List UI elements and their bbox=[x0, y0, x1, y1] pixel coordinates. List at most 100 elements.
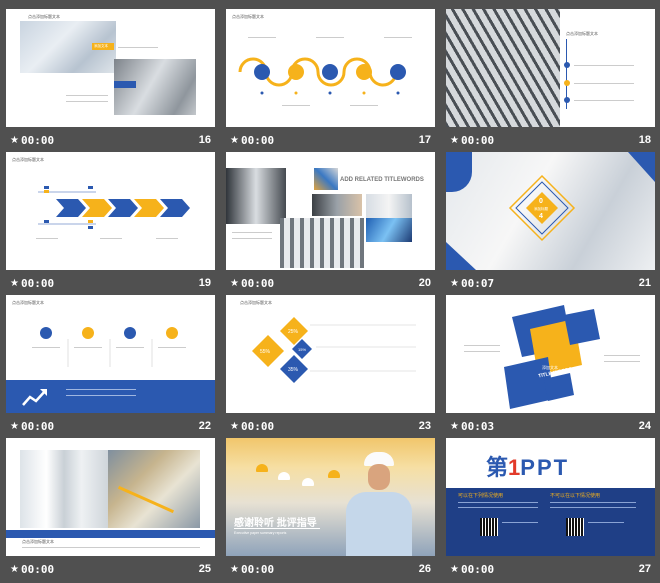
slide-number: 20 bbox=[418, 277, 431, 289]
text-line bbox=[588, 522, 624, 523]
slide-number: 17 bbox=[418, 134, 431, 146]
diamond-number-2: 4 bbox=[539, 213, 543, 220]
text-line bbox=[574, 65, 634, 66]
text-line bbox=[604, 355, 640, 356]
slide-timing: 00:00 bbox=[21, 420, 55, 433]
star-icon[interactable]: ★ bbox=[10, 278, 19, 289]
slide-timing: 00:03 bbox=[461, 420, 495, 433]
slide-timing: 00:00 bbox=[21, 134, 55, 147]
slide-timing: 00:00 bbox=[21, 277, 55, 290]
star-icon[interactable]: ★ bbox=[10, 135, 19, 146]
screen-photo bbox=[366, 218, 412, 242]
text-line bbox=[464, 345, 500, 346]
text-line bbox=[604, 361, 640, 362]
slide-info-bar: ★ 00:00 25 bbox=[6, 556, 215, 583]
slide-title: 点击添加标题文本 bbox=[22, 539, 54, 544]
text-line bbox=[22, 547, 200, 548]
arrow-chevrons bbox=[38, 186, 190, 229]
slide-info-bar: ★ 00:00 23 bbox=[226, 413, 435, 440]
text-line bbox=[350, 105, 378, 106]
slide-thumbnail-23[interactable]: 点击添加标题文本 55% 25% 15% 35% ★ 00:00 23 bbox=[226, 295, 435, 440]
slide-thumbnail-22[interactable]: 点击添加标题文本 ★ 00:00 22 bbox=[6, 295, 215, 440]
label-box-2 bbox=[114, 81, 136, 88]
text-line bbox=[232, 232, 272, 233]
process-circles bbox=[238, 57, 406, 95]
ppt-logo: 第1PPT bbox=[486, 450, 569, 481]
slide-number: 21 bbox=[638, 277, 651, 289]
slide-info-bar: ★ 00:00 16 bbox=[6, 127, 215, 154]
thanks-subtitle: Executive paper summary reports bbox=[234, 531, 287, 535]
percent-label: 35% bbox=[288, 367, 299, 373]
divider bbox=[234, 528, 320, 529]
left-heading: 可以在下列情况使用 bbox=[458, 493, 504, 499]
text-line bbox=[66, 395, 136, 396]
slide-thumbnail-21[interactable]: 0 添加标题 4 ★ 00:07 21 bbox=[446, 152, 655, 297]
hallway-photo bbox=[226, 168, 286, 224]
slide-thumbnail-18[interactable]: 点击添加标题文本 ★ 00:00 18 bbox=[446, 9, 655, 154]
slide-info-bar: ★ 00:00 19 bbox=[6, 270, 215, 297]
slide-thumbnail-24[interactable]: 添加文本 TITLE WORDS ★ 00:03 24 bbox=[446, 295, 655, 440]
text-line bbox=[384, 37, 412, 38]
slide-number: 18 bbox=[638, 134, 651, 146]
label-text: 添加文本 bbox=[94, 44, 108, 48]
slide-number: 22 bbox=[198, 420, 211, 432]
right-heading: 不可以在以下情况使用 bbox=[550, 493, 601, 499]
diamond-label: 添加标题 bbox=[534, 207, 548, 211]
slide-number: 25 bbox=[198, 563, 211, 575]
slide-info-bar: ★ 00:00 27 bbox=[446, 556, 655, 583]
text-line bbox=[574, 83, 634, 84]
slide-preview: ADD RELATED TITLEWORDS bbox=[226, 152, 435, 270]
star-icon[interactable]: ★ bbox=[230, 421, 239, 432]
slide-preview: 感谢聆听 批评指导 Executive paper summary report… bbox=[226, 438, 435, 556]
slide-thumbnail-25[interactable]: 点击添加标题文本 ★ 00:00 25 bbox=[6, 438, 215, 583]
bg-helmet bbox=[278, 472, 290, 480]
slide-thumbnail-20[interactable]: ADD RELATED TITLEWORDS ★ 00:00 20 bbox=[226, 152, 435, 297]
logo-number: 1 bbox=[508, 455, 521, 480]
slide-preview: 点击添加标题文本 55% 25% 15% 35% bbox=[226, 295, 435, 413]
text-line bbox=[66, 389, 136, 390]
slide-thumbnail-19[interactable]: 点击添加标题文本 ★ 00:00 19 bbox=[6, 152, 215, 297]
text-line bbox=[248, 37, 276, 38]
slide-timing: 00:00 bbox=[21, 563, 55, 576]
slide-thumbnail-17[interactable]: 点击添加标题文本 ★ 00:00 17 bbox=[226, 9, 435, 154]
diamond-number: 0 bbox=[539, 198, 543, 205]
meeting-photo bbox=[366, 194, 412, 218]
slide-thumbnail-26[interactable]: 感谢聆听 批评指导 Executive paper summary report… bbox=[226, 438, 435, 583]
rotated-squares bbox=[504, 305, 600, 409]
star-icon[interactable]: ★ bbox=[450, 421, 459, 432]
star-icon[interactable]: ★ bbox=[450, 564, 459, 575]
star-icon[interactable]: ★ bbox=[450, 278, 459, 289]
slide-timing: 00:00 bbox=[461, 563, 495, 576]
blueprint-rolls-photo bbox=[20, 450, 108, 528]
slide-preview: 0 添加标题 4 bbox=[446, 152, 655, 270]
bg-helmet bbox=[302, 478, 314, 486]
star-icon[interactable]: ★ bbox=[230, 135, 239, 146]
slide-number: 19 bbox=[198, 277, 211, 289]
text-line bbox=[66, 95, 108, 96]
logo-prefix: 第 bbox=[486, 455, 509, 481]
slide-thumbnail-16[interactable]: 点击添加标题文本 添加文本 ★ 00:00 16 bbox=[6, 9, 215, 154]
text-line bbox=[550, 507, 636, 508]
slide-thumbnail-27[interactable]: 第1PPT 可以在下列情况使用 不可以在以下情况使用 ★ 00:00 27 bbox=[446, 438, 655, 583]
text-line bbox=[158, 347, 186, 348]
text-line bbox=[502, 522, 538, 523]
percent-label: 25% bbox=[288, 329, 299, 335]
star-icon[interactable]: ★ bbox=[10, 421, 19, 432]
qr-code bbox=[480, 518, 498, 536]
star-icon[interactable]: ★ bbox=[230, 564, 239, 575]
star-icon[interactable]: ★ bbox=[450, 135, 459, 146]
slide-timing: 00:00 bbox=[241, 420, 275, 433]
star-icon[interactable]: ★ bbox=[230, 278, 239, 289]
hands-photo bbox=[312, 194, 362, 216]
text-line bbox=[550, 502, 636, 503]
slide-timing: 00:00 bbox=[241, 563, 275, 576]
slide-number: 24 bbox=[638, 420, 651, 432]
text-line bbox=[574, 100, 634, 101]
slide-preview: 点击添加标题文本 bbox=[6, 295, 215, 413]
text-line bbox=[74, 347, 102, 348]
slide-number: 26 bbox=[418, 563, 431, 575]
text-line bbox=[316, 37, 344, 38]
text-line bbox=[156, 238, 178, 239]
slide-number: 16 bbox=[198, 134, 211, 146]
star-icon[interactable]: ★ bbox=[10, 564, 19, 575]
